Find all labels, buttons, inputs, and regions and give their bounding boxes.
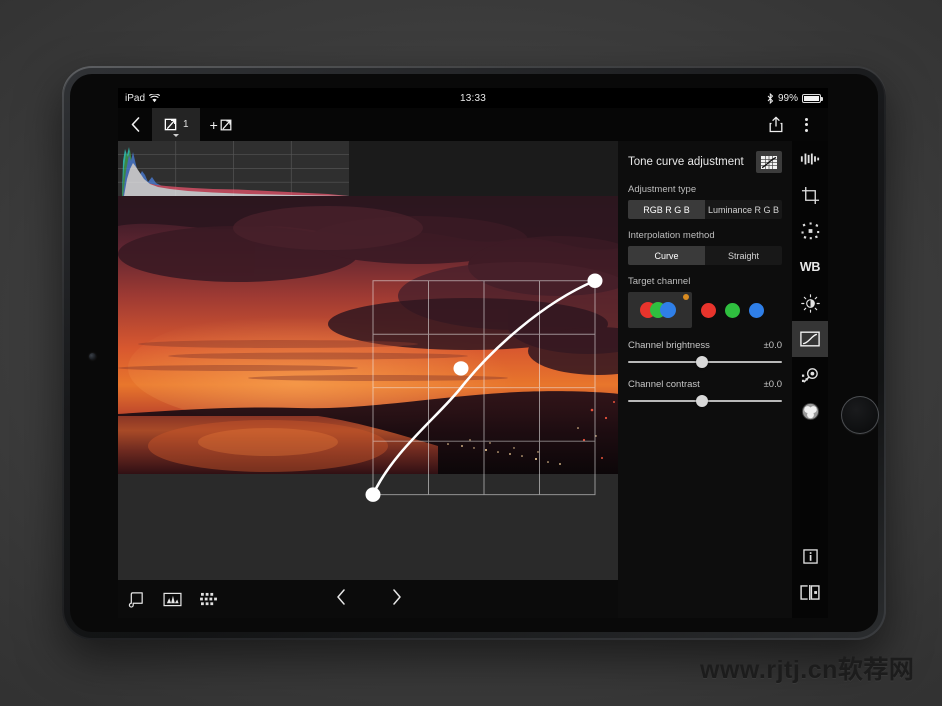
status-bar-clock: 13:33 xyxy=(459,92,487,104)
curve-graph-icon xyxy=(761,155,777,169)
status-bar-right: 99% xyxy=(767,92,823,104)
status-bar-left: iPad xyxy=(125,92,161,104)
channel-rgb-composite[interactable] xyxy=(628,292,692,328)
slider-knob[interactable] xyxy=(695,356,708,368)
channel-red[interactable] xyxy=(701,302,716,318)
white-balance-label: WB xyxy=(799,260,821,274)
detail-sharpen-tool[interactable] xyxy=(792,213,828,249)
tone-curve-panel: Tone curve adjustment Adjustment type RG… xyxy=(618,141,792,618)
tone-levels-tool[interactable] xyxy=(792,141,828,177)
channel-green[interactable] xyxy=(725,302,740,318)
grid-view-button[interactable] xyxy=(190,580,226,618)
tone-levels-icon xyxy=(800,153,820,165)
canvas-backdrop-below-photo xyxy=(118,474,620,580)
front-camera xyxy=(89,353,96,360)
composite-blue-dot xyxy=(660,302,676,318)
modified-badge xyxy=(683,294,689,300)
share-button[interactable] xyxy=(762,108,790,141)
color-mixer-tool[interactable] xyxy=(792,393,828,429)
battery-icon xyxy=(802,93,823,103)
interpolation-straight[interactable]: Straight xyxy=(705,246,782,265)
status-bar: iPad 13:33 99% xyxy=(118,88,828,108)
tablet-screen: iPad 13:33 99% 1 + Tone curve adjustment… xyxy=(118,88,828,618)
channel-contrast-slider[interactable] xyxy=(628,395,782,407)
tool-rail: WB xyxy=(792,141,828,618)
site-watermark: www.rjtj.cn软荐网 xyxy=(700,656,915,684)
interpolation-method-label: Interpolation method xyxy=(628,230,715,241)
channel-brightness-value: ±0.0 xyxy=(763,340,782,351)
share-icon xyxy=(769,116,783,133)
panel-title-label: Tone curve adjustment xyxy=(628,156,744,168)
home-button[interactable] xyxy=(841,396,879,434)
tone-curve-tool[interactable] xyxy=(792,321,828,357)
crop-icon xyxy=(801,186,819,204)
exposure-brightness-tool[interactable] xyxy=(792,285,828,321)
more-menu-button[interactable] xyxy=(792,108,820,141)
curve-graph-button[interactable] xyxy=(756,151,782,173)
channel-brightness-slider[interactable] xyxy=(628,356,782,368)
photo-preview[interactable] xyxy=(118,196,620,474)
adjustment-type-rgb[interactable]: RGB R G B xyxy=(628,200,705,219)
next-photo-button[interactable] xyxy=(384,588,410,610)
layer-icon xyxy=(164,118,177,131)
info-icon xyxy=(802,548,818,564)
layer-tab[interactable]: 1 xyxy=(152,108,200,141)
film-strip-icon xyxy=(128,591,143,608)
photo-thumbnail-button[interactable] xyxy=(154,580,190,618)
target-channel-label: Target channel xyxy=(628,276,691,287)
editor-body: Tone curve adjustment Adjustment type RG… xyxy=(118,141,828,618)
prev-photo-button[interactable] xyxy=(328,588,354,610)
channel-contrast-block: Channel contrast ±0.0 xyxy=(628,379,782,407)
app-toolbar-right xyxy=(762,108,828,141)
exposure-brightness-icon xyxy=(800,293,820,313)
add-layer-plus: + xyxy=(209,116,218,133)
layer-count: 1 xyxy=(183,119,189,130)
battery-percent: 99% xyxy=(777,92,798,104)
panel-header: Tone curve adjustment xyxy=(628,151,782,173)
color-mixer-icon xyxy=(801,402,819,420)
detail-sharpen-icon xyxy=(801,222,819,240)
slider-knob[interactable] xyxy=(695,395,708,407)
info-tool[interactable] xyxy=(792,538,828,574)
bluetooth-icon xyxy=(767,92,774,104)
canvas-area xyxy=(118,141,620,618)
channel-contrast-label: Channel contrast xyxy=(628,379,700,390)
channel-contrast-row: Channel contrast ±0.0 xyxy=(628,379,782,390)
photo-thumbnail-icon xyxy=(162,592,182,606)
channel-brightness-row: Channel brightness ±0.0 xyxy=(628,340,782,351)
wifi-icon xyxy=(149,93,161,102)
more-vertical-icon xyxy=(804,117,808,132)
channel-brightness-block: Channel brightness ±0.0 xyxy=(628,340,782,368)
app-toolbar: 1 + xyxy=(118,108,828,141)
grid-view-icon xyxy=(199,592,217,605)
chevron-left-icon xyxy=(337,588,345,605)
crop-tool[interactable] xyxy=(792,177,828,213)
back-button[interactable] xyxy=(118,108,152,141)
device-label: iPad xyxy=(125,92,146,104)
spot-repair-icon xyxy=(801,367,818,382)
white-balance-tool[interactable]: WB xyxy=(792,249,828,285)
chevron-right-icon xyxy=(393,588,401,605)
before-after-compare-tool[interactable] xyxy=(792,574,828,610)
adjustment-type-luminance[interactable]: Luminance R G B xyxy=(705,200,782,219)
chevron-left-icon xyxy=(131,117,139,132)
interpolation-method-segmented: Curve Straight xyxy=(628,246,782,265)
target-channel-swatches xyxy=(628,292,782,328)
adjustment-type-label: Adjustment type xyxy=(628,184,697,195)
adjustment-type-segmented: RGB R G B Luminance R G B xyxy=(628,200,782,219)
before-after-compare-icon xyxy=(800,584,820,600)
bottom-toolbar xyxy=(118,580,620,618)
channel-brightness-label: Channel brightness xyxy=(628,340,710,351)
tone-curve-icon xyxy=(800,331,820,347)
film-strip-button[interactable] xyxy=(118,580,154,618)
tablet-device: iPad 13:33 99% 1 + Tone curve adjustment… xyxy=(62,66,886,640)
interpolation-curve[interactable]: Curve xyxy=(628,246,705,265)
add-layer-button[interactable]: + xyxy=(200,108,243,141)
add-layer-icon xyxy=(220,119,232,130)
channel-blue[interactable] xyxy=(749,302,764,318)
histogram xyxy=(118,141,349,196)
channel-contrast-value: ±0.0 xyxy=(763,379,782,390)
spot-repair-tool[interactable] xyxy=(792,357,828,393)
